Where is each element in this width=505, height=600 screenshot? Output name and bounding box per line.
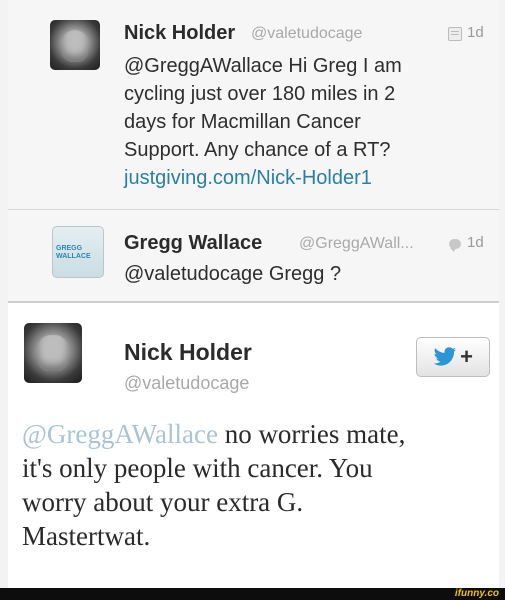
follow-plus: + — [460, 344, 473, 369]
avatar[interactable]: GREGG WALLACE — [52, 226, 104, 278]
tweet-text-line: Support. Any chance of a RT? — [124, 139, 391, 161]
tweet-text: @GreggAWallace no worries mate, it's onl… — [22, 417, 492, 553]
tweet-text: @valetudocage Gregg ? — [124, 263, 342, 285]
tweet-text-line: it's only people with cancer. You — [22, 453, 373, 483]
tweet-text-line: @GreggAWallace Hi Greg I am — [124, 55, 402, 77]
avatar[interactable] — [50, 20, 100, 70]
tweet-text-line: Mastertwat. — [22, 521, 151, 551]
tweet-link[interactable]: justgiving.com/Nick-Holder1 — [124, 164, 402, 192]
timestamp[interactable]: 1d — [467, 24, 484, 41]
tweet-text-line: worry about your extra G. — [22, 487, 304, 517]
tweet-gregg-wallace[interactable]: GREGG WALLACE Gregg Wallace @GreggAWall.… — [8, 210, 499, 302]
timestamp[interactable]: 1d — [467, 234, 484, 251]
tweet-text: @GreggAWallace Hi Greg I am cycling just… — [124, 52, 402, 192]
author-name[interactable]: Nick Holder — [124, 22, 235, 45]
list-icon — [448, 27, 462, 41]
avatar-book-cover-text: GREGG WALLACE — [56, 245, 91, 260]
author-name[interactable]: Gregg Wallace — [124, 232, 262, 255]
avatar[interactable] — [24, 323, 82, 383]
twitter-bird-icon — [433, 347, 457, 366]
footer-bar: ifunny.co — [0, 588, 505, 600]
mention-link[interactable]: @GreggAWallace — [22, 419, 218, 449]
tweet-text-line: @GreggAWallace no worries mate, — [22, 419, 406, 449]
speech-bubble-icon — [449, 239, 461, 252]
tweet-text-line: cycling just over 180 miles in 2 — [124, 83, 396, 105]
author-handle[interactable]: @valetudocage — [124, 373, 249, 394]
tweet-nick-holder-expanded[interactable]: Nick Holder @valetudocage + @GreggAWalla… — [8, 302, 499, 588]
author-handle[interactable]: @valetudocage — [251, 25, 362, 43]
author-handle[interactable]: @GreggAWall... — [299, 235, 414, 253]
tweet-text-line: days for Macmillan Cancer — [124, 111, 361, 133]
author-name[interactable]: Nick Holder — [124, 339, 252, 366]
tweet-nick-holder-1[interactable]: Nick Holder @valetudocage 1d @GreggAWall… — [8, 0, 499, 210]
follow-button[interactable]: + — [416, 337, 490, 377]
watermark: ifunny.co — [454, 588, 499, 599]
